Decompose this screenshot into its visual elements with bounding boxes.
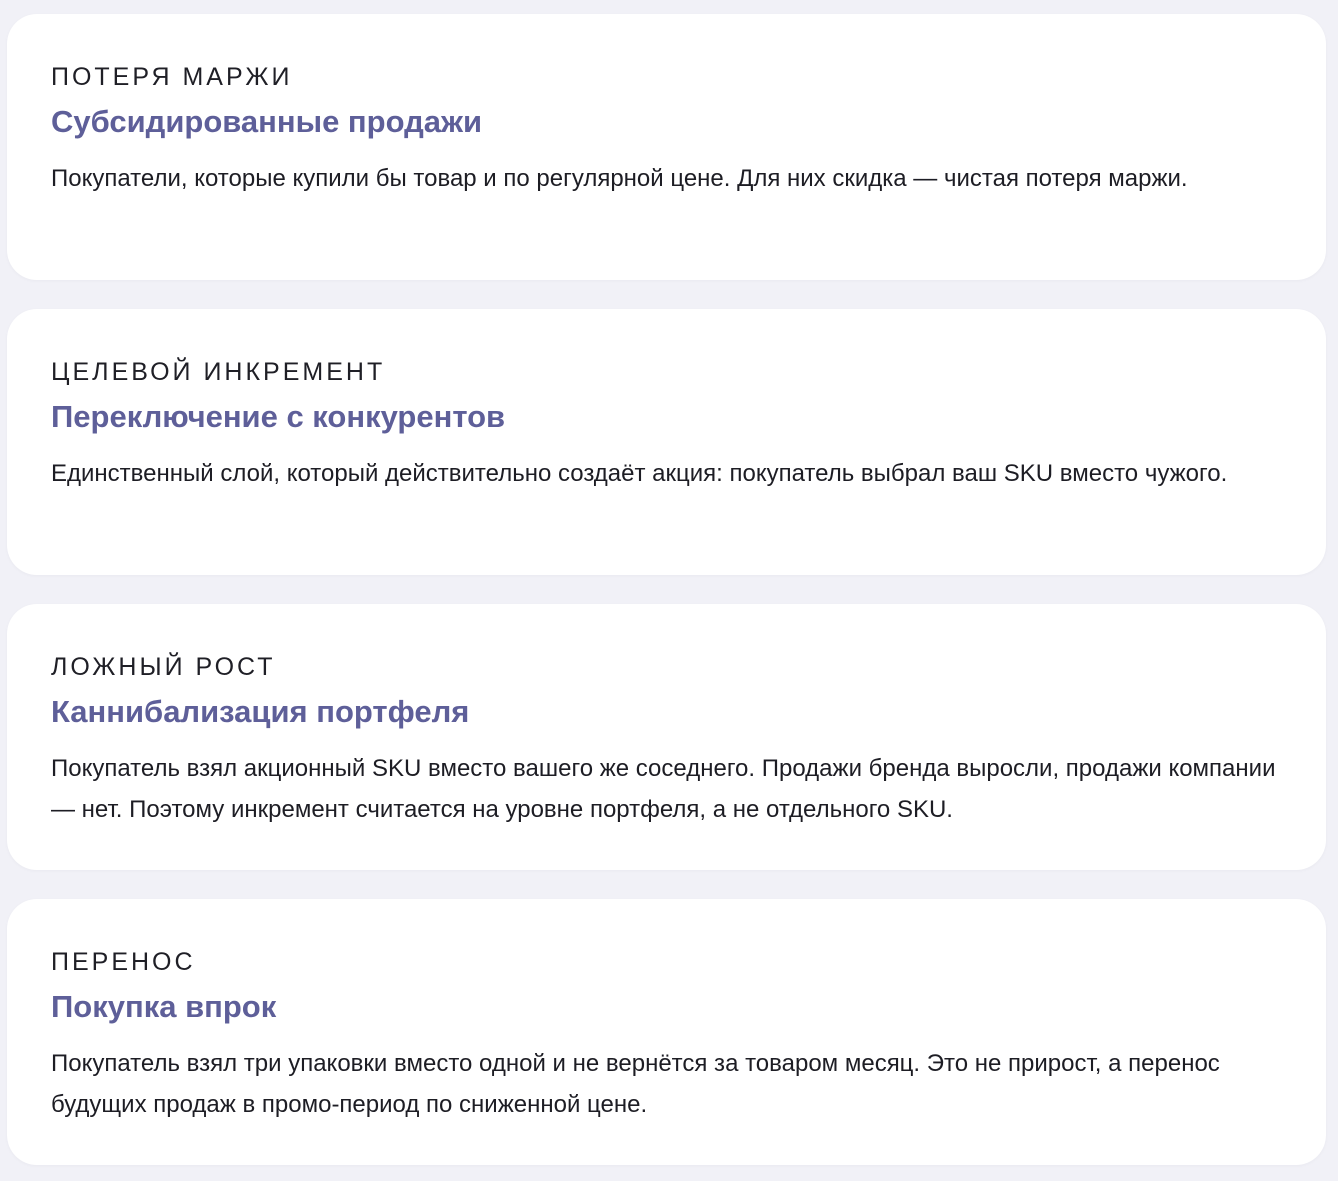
- card-title: Субсидированные продажи: [51, 104, 483, 139]
- card-false-growth: ЛОЖНЫЙ РОСТ Каннибализация портфеля Поку…: [7, 604, 1326, 870]
- card-kicker: ПОТЕРЯ МАРЖИ: [51, 63, 293, 91]
- card-kicker: ПЕРЕНОС: [51, 948, 196, 976]
- cards-list: ПОТЕРЯ МАРЖИ Субсидированные продажи Пок…: [7, 14, 1326, 1165]
- card-text: Единственный слой, который действительно…: [51, 460, 1228, 487]
- card-title: Переключение с конкурентов: [51, 399, 506, 434]
- card-kicker: ЛОЖНЫЙ РОСТ: [51, 653, 276, 681]
- card-title: Покупка впрок: [51, 989, 277, 1024]
- card-target-increment: ЦЕЛЕВОЙ ИНКРЕМЕНТ Переключение с конкуре…: [7, 309, 1326, 575]
- card-text: Покупатель взял акционный SKU вместо ваш…: [51, 755, 1276, 823]
- card-forward-buying: ПЕРЕНОС Покупка впрок Покупатель взял тр…: [7, 899, 1326, 1165]
- card-kicker: ЦЕЛЕВОЙ ИНКРЕМЕНТ: [51, 358, 386, 386]
- card-margin-loss: ПОТЕРЯ МАРЖИ Субсидированные продажи Пок…: [7, 14, 1326, 280]
- card-title: Каннибализация портфеля: [51, 694, 470, 729]
- card-text: Покупатели, которые купили бы товар и по…: [51, 165, 1188, 192]
- card-text: Покупатель взял три упаковки вместо одно…: [51, 1050, 1220, 1118]
